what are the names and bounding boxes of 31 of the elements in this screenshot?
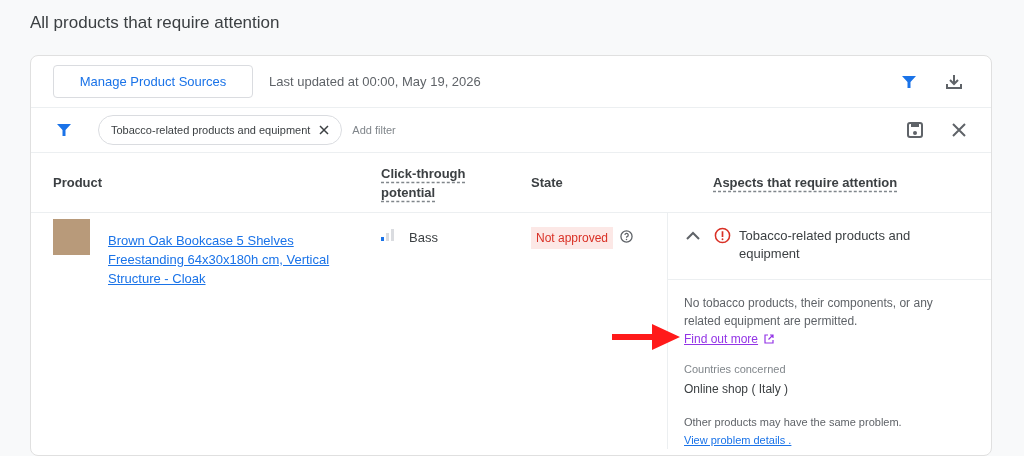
error-icon bbox=[714, 227, 731, 244]
column-header[interactable]: Aspects that require attention bbox=[713, 173, 898, 192]
countries-label: Countries concerned bbox=[684, 362, 787, 377]
aspect-description: No tobacco products, their components, or any related equipment are permitted. bbox=[684, 295, 934, 330]
find-out-more-link[interactable]: Find out more bbox=[684, 330, 759, 348]
download-icon[interactable] bbox=[945, 72, 963, 91]
add-filter-link[interactable]: Add filter bbox=[352, 121, 396, 139]
collapse-chevron-icon[interactable] bbox=[686, 231, 700, 240]
product-link[interactable]: Brown Oak Bookcase 5 Shelves Freestanding 64x30x180h cm, Vertical Structure - Cloak bbox=[108, 231, 348, 288]
countries-text: Online shop ( Italy ) bbox=[684, 380, 790, 398]
note-text: Other products may have the same problem. bbox=[684, 414, 903, 430]
help-icon[interactable] bbox=[620, 230, 634, 243]
last-updated-text: Last updated at 00:00, May 19, 2026 bbox=[269, 72, 481, 91]
column-header: State bbox=[531, 174, 564, 192]
column-header: Product bbox=[53, 174, 104, 192]
product-photo-placeholder bbox=[53, 219, 90, 255]
signal-bars-icon bbox=[381, 229, 395, 241]
save-icon[interactable] bbox=[906, 121, 924, 139]
view-details-link[interactable]: View problem details . bbox=[684, 432, 971, 449]
pointer-arrow-icon bbox=[612, 322, 680, 352]
status-badge: Not approved bbox=[531, 227, 614, 249]
external-link-icon bbox=[764, 334, 775, 344]
aspect-title: Tobacco-related products and equipment bbox=[739, 227, 912, 263]
remove-chip-icon[interactable] bbox=[319, 125, 330, 135]
potential-text: Bass bbox=[409, 229, 438, 247]
manage-sources-button[interactable]: Manage Product Sources bbox=[53, 65, 253, 98]
column-header[interactable]: Click-through potential bbox=[381, 163, 481, 202]
filter-icon[interactable] bbox=[56, 122, 72, 138]
filter-icon[interactable] bbox=[901, 73, 917, 90]
close-icon[interactable] bbox=[952, 123, 966, 137]
page-title: All products that require attention bbox=[30, 12, 280, 34]
